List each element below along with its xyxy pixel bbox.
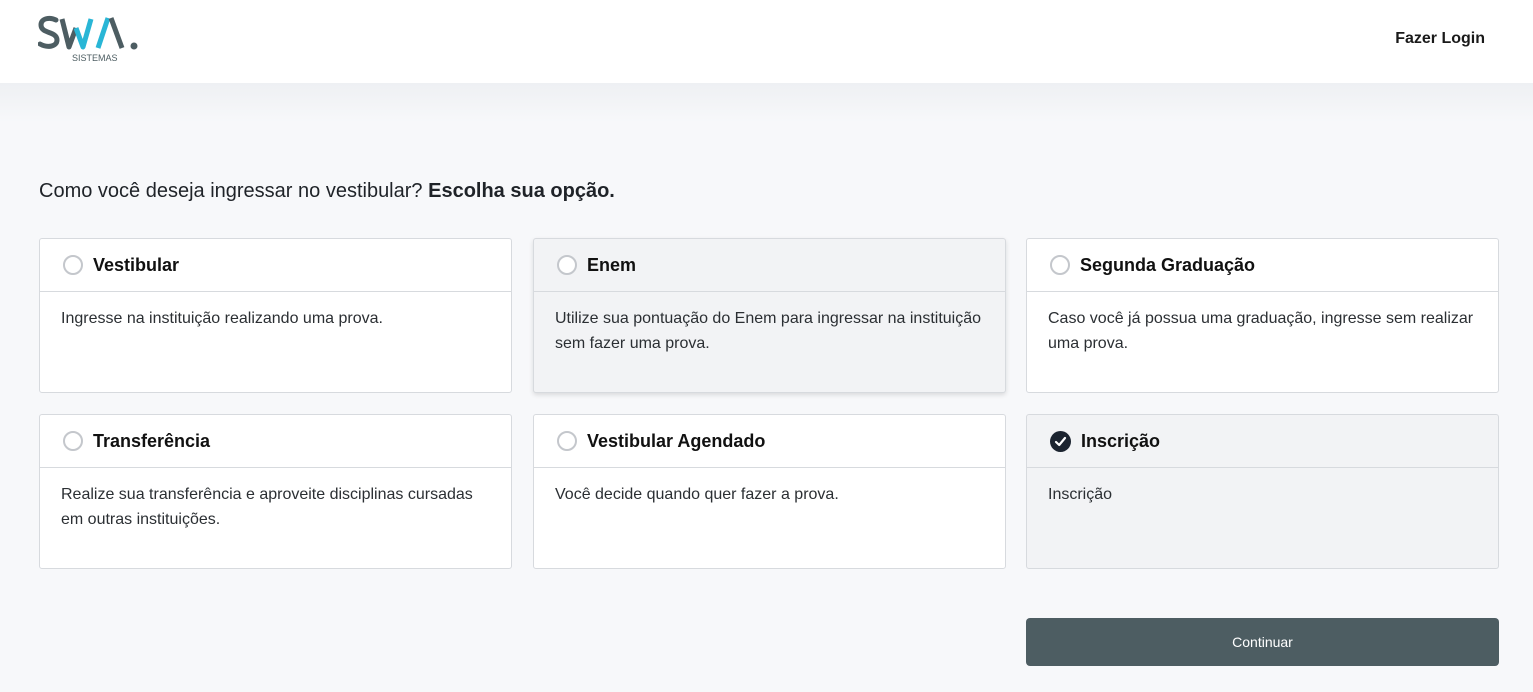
- login-link[interactable]: Fazer Login: [1395, 30, 1485, 48]
- radio-checked-icon[interactable]: [1050, 430, 1071, 452]
- option-card-transferencia[interactable]: Transferência Realize sua transferência …: [39, 414, 512, 569]
- option-title: Enem: [587, 254, 637, 275]
- option-card-header: Transferência: [40, 415, 511, 468]
- swa-sistemas-logo[interactable]: SISTEMAS: [38, 14, 148, 66]
- radio-unchecked-icon[interactable]: [1050, 255, 1070, 275]
- continue-button[interactable]: Continuar: [1026, 618, 1499, 666]
- option-title: Vestibular Agendado: [587, 430, 766, 451]
- page-question: Como você deseja ingressar no vestibular…: [39, 180, 615, 203]
- option-title: Vestibular: [93, 254, 180, 275]
- logo-subtext: SISTEMAS: [72, 53, 118, 63]
- option-card-segunda-graduacao[interactable]: Segunda Graduação Caso você já possua um…: [1026, 238, 1499, 393]
- option-card-header: Segunda Graduação: [1027, 239, 1498, 292]
- question-emphasis: Escolha sua opção.: [428, 180, 615, 202]
- option-title: Inscrição: [1081, 430, 1161, 451]
- top-header: SISTEMAS Fazer Login: [0, 0, 1533, 83]
- question-prefix: Como você deseja ingressar no vestibular…: [39, 180, 423, 202]
- option-card-enem[interactable]: Enem Utilize sua pontuação do Enem para …: [533, 238, 1006, 393]
- option-title: Transferência: [93, 430, 211, 451]
- radio-unchecked-icon[interactable]: [63, 431, 83, 451]
- option-description: Utilize sua pontuação do Enem para ingre…: [555, 310, 982, 352]
- option-card-vestibular-agendado[interactable]: Vestibular Agendado Você decide quando q…: [533, 414, 1006, 569]
- radio-unchecked-icon[interactable]: [557, 255, 577, 275]
- header-shadow: [0, 83, 1533, 123]
- option-card-header: Inscrição: [1027, 415, 1498, 468]
- option-description: Inscrição: [1048, 486, 1113, 503]
- option-card-vestibular[interactable]: Vestibular Ingresse na instituição reali…: [39, 238, 512, 393]
- option-description: Caso você já possua uma graduação, ingre…: [1048, 310, 1474, 352]
- option-description: Realize sua transferência e aproveite di…: [61, 486, 473, 528]
- radio-unchecked-icon[interactable]: [557, 431, 577, 451]
- option-title: Segunda Graduação: [1080, 254, 1256, 275]
- option-card-header: Enem: [534, 239, 1005, 292]
- option-card-header: Vestibular: [40, 239, 511, 292]
- option-description: Ingresse na instituição realizando uma p…: [61, 310, 383, 327]
- checkmark-icon: [1054, 436, 1067, 446]
- option-description: Você decide quando quer fazer a prova.: [555, 486, 839, 503]
- radio-unchecked-icon[interactable]: [63, 255, 83, 275]
- option-card-header: Vestibular Agendado: [534, 415, 1005, 468]
- option-card-inscricao[interactable]: Inscrição Inscrição: [1026, 414, 1499, 569]
